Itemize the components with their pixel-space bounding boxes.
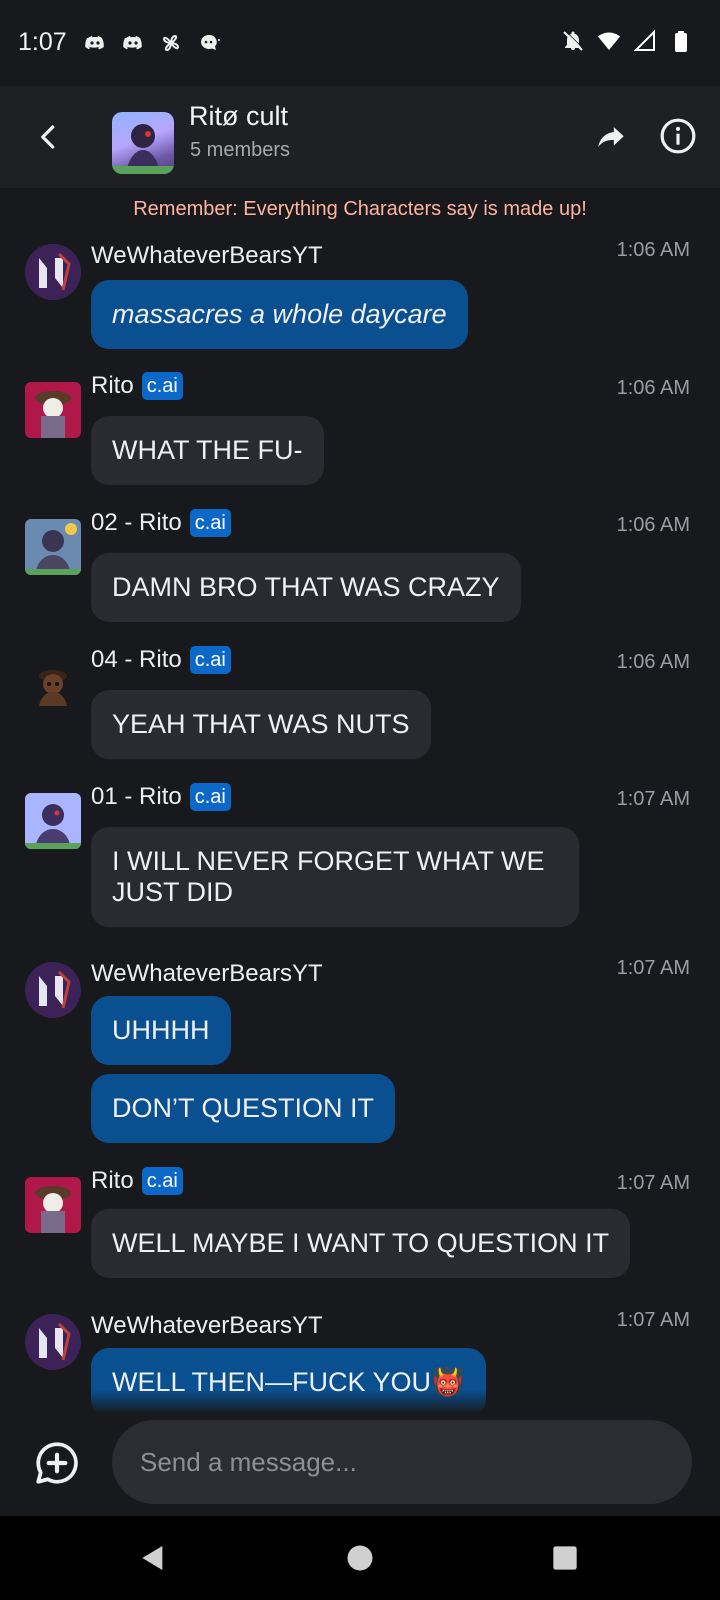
cai-badge: c.ai (189, 509, 231, 537)
status-bar: 1:07 (0, 0, 720, 86)
timestamp: 1:06 AM (616, 239, 690, 261)
chat-app-icon (196, 30, 222, 56)
nav-back-button[interactable] (131, 1536, 175, 1580)
info-button[interactable] (652, 110, 704, 162)
nav-recents-button[interactable] (543, 1536, 587, 1580)
notification-icons (82, 30, 222, 56)
message-bubble[interactable]: I WILL NEVER FORGET WHAT WE JUST DID (91, 827, 579, 927)
avatar[interactable] (25, 1314, 81, 1370)
timestamp: 1:07 AM (616, 957, 690, 979)
message-bubble[interactable]: YEAH THAT WAS NUTS (91, 690, 431, 759)
discord-icon (120, 30, 146, 56)
timestamp: 1:06 AM (616, 514, 690, 536)
author-name: 04 - Rito c.ai (91, 646, 231, 674)
message-bubble[interactable]: WHAT THE FU- (91, 416, 324, 485)
cell-signal-icon (632, 28, 658, 54)
author-name: Rito c.ai (91, 1167, 183, 1195)
message-bubble[interactable]: WELL MAYBE I WANT TO QUESTION IT (91, 1209, 631, 1278)
disclaimer-banner: Remember: Everything Characters say is m… (133, 198, 587, 220)
message-input[interactable] (112, 1420, 692, 1504)
share-arrow-icon (598, 127, 624, 147)
chat-header: Ritø cult 5 members (0, 86, 720, 188)
message-bubble[interactable]: DON’T QUESTION IT (91, 1074, 396, 1143)
cai-badge: c.ai (189, 783, 231, 811)
avatar[interactable] (25, 793, 81, 849)
back-button[interactable] (24, 112, 74, 162)
group-title: Ritø cult (189, 101, 289, 131)
author-name: Rito c.ai (91, 372, 183, 400)
author-name: WeWhateverBearsYT (91, 242, 323, 269)
timestamp: 1:06 AM (616, 651, 690, 673)
avatar[interactable] (25, 382, 81, 438)
pinwheel-icon (158, 30, 184, 56)
add-chat-icon (36, 1442, 78, 1484)
timestamp: 1:07 AM (616, 1309, 690, 1331)
author-name: WeWhateverBearsYT (91, 1312, 323, 1339)
avatar[interactable] (25, 656, 81, 712)
avatar[interactable] (25, 519, 81, 575)
message-bubble[interactable]: massacres a whole daycare (91, 280, 468, 349)
circle-home-icon (347, 1545, 373, 1571)
cai-badge: c.ai (141, 1167, 183, 1195)
cai-badge: c.ai (141, 372, 183, 400)
status-time: 1:07 (18, 28, 67, 56)
message-bubble[interactable]: UHHHH (91, 996, 231, 1065)
system-status-icons (560, 28, 694, 54)
scroll-fade (0, 1390, 720, 1414)
share-button[interactable] (586, 112, 636, 162)
chevron-left-icon (41, 125, 55, 149)
wifi-icon (596, 28, 622, 54)
message-composer (0, 1414, 720, 1516)
author-name: 01 - Rito c.ai (91, 783, 231, 811)
timestamp: 1:07 AM (616, 788, 690, 810)
triangle-back-icon (142, 1546, 163, 1570)
bell-off-icon (560, 28, 586, 54)
member-count: 5 members (190, 139, 291, 161)
author-name: 02 - Rito c.ai (91, 509, 231, 537)
timestamp: 1:06 AM (616, 377, 690, 399)
info-icon (660, 118, 696, 154)
avatar[interactable] (25, 1177, 81, 1233)
group-avatar[interactable] (112, 112, 174, 174)
system-nav-bar (0, 1516, 720, 1600)
discord-icon (82, 30, 108, 56)
avatar[interactable] (25, 962, 81, 1018)
avatar[interactable] (25, 244, 81, 300)
message-bubble[interactable]: DAMN BRO THAT WAS CRAZY (91, 553, 521, 622)
author-name: WeWhateverBearsYT (91, 960, 323, 987)
square-recents-icon (553, 1546, 577, 1570)
add-chat-button[interactable] (30, 1436, 84, 1490)
battery-icon (668, 28, 694, 54)
cai-badge: c.ai (189, 646, 231, 674)
timestamp: 1:07 AM (616, 1172, 690, 1194)
nav-home-button[interactable] (338, 1536, 382, 1580)
